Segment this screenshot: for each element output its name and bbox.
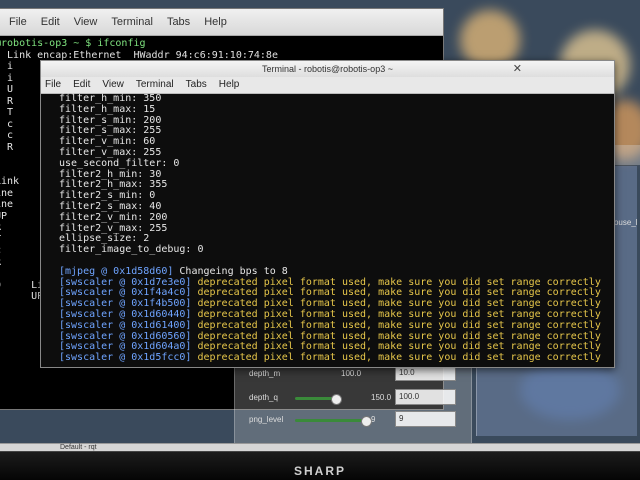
window-title: Terminal - robotis@robotis-op3 ~	[262, 64, 393, 74]
menu-tabs[interactable]: Tabs	[186, 77, 207, 93]
menu-terminal[interactable]: Terminal	[111, 16, 153, 28]
menu-view[interactable]: View	[74, 16, 98, 28]
terminal-line: R	[7, 141, 14, 153]
terminal-line: c	[0, 245, 1, 256]
menu-edit[interactable]: Edit	[73, 77, 90, 93]
terminal-line: R	[0, 222, 1, 233]
png-level-min: 9	[371, 415, 376, 424]
png-level-slider[interactable]	[295, 416, 372, 427]
terminal-line: @robotis-op3 ~ $ ifconfig	[0, 38, 146, 49]
terminal-line: filter_image_to_debug: 0	[59, 244, 204, 256]
terminal-line: R	[7, 95, 14, 107]
terminal-line: [swscaler @ 0x1d5fcc0] deprecated pixel …	[59, 352, 601, 364]
monitor-brand-logo: SHARP	[293, 464, 346, 478]
slider-knob[interactable]	[361, 416, 372, 427]
back-terminal-menubar: File Edit View Terminal Tabs Help	[0, 9, 443, 36]
terminal-line: Link encap:Ethernet HWaddr 94:c6:91:10:7…	[0, 49, 278, 61]
background-light	[520, 360, 620, 420]
menu-file[interactable]: File	[45, 77, 61, 93]
menu-file[interactable]: File	[9, 16, 27, 28]
terminal-line: i	[7, 61, 14, 72]
menu-help[interactable]: Help	[219, 77, 240, 93]
menu-edit[interactable]: Edit	[41, 16, 60, 28]
menu-tabs[interactable]: Tabs	[167, 16, 190, 28]
png-level-label: png_level	[249, 415, 284, 424]
terminal-line: Link	[0, 176, 20, 187]
terminal-line: UP	[0, 210, 8, 222]
terminal-line: i	[7, 72, 14, 84]
taskbar-item-rqt[interactable]: Default - rqt	[60, 444, 97, 451]
close-icon[interactable]: ✕	[513, 61, 522, 77]
front-terminal-output: filter_h_min: 350 filter_h_max: 15 filter_…	[41, 93, 614, 367]
terminal-line: R	[0, 257, 1, 268]
front-terminal-menubar: File Edit View Terminal Tabs Help	[41, 77, 614, 94]
monitor-bezel: SHARP	[0, 451, 640, 480]
front-terminal-titlebar: Terminal - robotis@robotis-op3 ~ ✕	[41, 61, 614, 77]
terminal-line: U	[7, 84, 14, 95]
front-terminal-window[interactable]: Terminal - robotis@robotis-op3 ~ ✕ File …	[40, 60, 615, 368]
menu-terminal[interactable]: Terminal	[136, 77, 174, 93]
menu-help[interactable]: Help	[204, 16, 227, 28]
terminal-line: T	[0, 234, 1, 245]
menu-view[interactable]: View	[102, 77, 124, 93]
png-level-field[interactable]: 9	[395, 411, 456, 427]
terminal-line: ine	[0, 199, 14, 210]
terminal-line: ine	[0, 187, 14, 199]
